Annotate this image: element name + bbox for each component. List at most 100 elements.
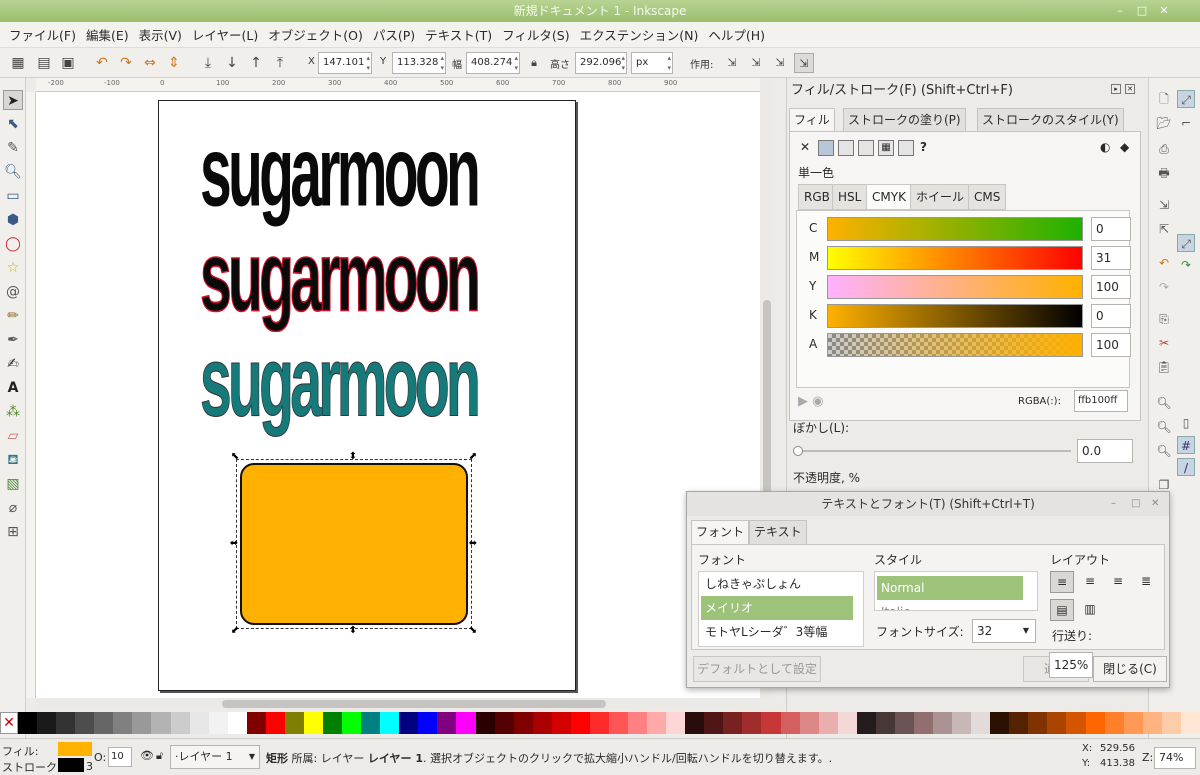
channel-a-value[interactable]: 100: [1091, 333, 1131, 357]
palette-swatch[interactable]: [990, 712, 1010, 734]
layer-select[interactable]: ·レイヤー 1 ▼: [170, 745, 260, 769]
menu-file[interactable]: ファイル(F): [4, 25, 81, 44]
palette-swatch[interactable]: [437, 712, 457, 734]
palette-swatch[interactable]: [1085, 712, 1105, 734]
copy-icon[interactable]: ⎘: [1155, 310, 1173, 328]
palette-swatch[interactable]: [513, 712, 533, 734]
opacity-input[interactable]: 10: [108, 747, 132, 767]
palette-swatch[interactable]: [723, 712, 743, 734]
tab-stroke-paint[interactable]: ストロークの塗り(P): [843, 108, 966, 132]
fill-swatch[interactable]: [58, 742, 92, 756]
palette-swatch[interactable]: [170, 712, 190, 734]
set-default-button[interactable]: デフォルトとして設定: [693, 656, 821, 682]
selector-tool-icon[interactable]: ➤: [3, 90, 23, 110]
save-icon[interactable]: ⎙: [1155, 140, 1173, 158]
flip-vertical-icon[interactable]: ⇕: [164, 53, 184, 73]
snap-guide-icon[interactable]: /: [1177, 458, 1195, 476]
palette-swatch[interactable]: [799, 712, 819, 734]
channel-c-slider[interactable]: [827, 217, 1083, 241]
y-input[interactable]: 113.328: [392, 52, 446, 74]
tab-stroke-style[interactable]: ストロークのスタイル(Y): [977, 108, 1124, 132]
swatch-icon[interactable]: [898, 140, 914, 156]
raise-top-icon[interactable]: ⤒: [270, 53, 290, 73]
menu-extensions[interactable]: エクステンション(N): [575, 25, 704, 44]
undo-icon[interactable]: ↶: [1155, 254, 1173, 272]
lower-icon[interactable]: ↓: [222, 53, 242, 73]
palette-swatch[interactable]: [856, 712, 876, 734]
3dbox-tool-icon[interactable]: ⬢: [3, 210, 23, 230]
align-right-icon[interactable]: ≡: [1106, 571, 1130, 593]
dialog-maximize-icon[interactable]: □: [1131, 498, 1140, 509]
palette-swatch[interactable]: [1123, 712, 1143, 734]
dock-iconify-icon[interactable]: ▸: [1111, 84, 1121, 94]
lock-layer-icon[interactable]: 🔓︎: [156, 749, 163, 763]
pattern-icon[interactable]: ▦: [878, 140, 894, 156]
palette-swatch[interactable]: [780, 712, 800, 734]
palette-swatch[interactable]: [303, 712, 323, 734]
palette-swatch[interactable]: [18, 712, 38, 734]
color-tab-cmyk[interactable]: CMYK: [866, 184, 912, 210]
tab-font[interactable]: フォント: [691, 520, 750, 544]
text-tool-icon[interactable]: A: [3, 378, 23, 398]
palette-swatch[interactable]: [380, 712, 400, 734]
move-patterns-icon[interactable]: ⇲: [794, 53, 814, 73]
close-button[interactable]: 閉じる(C): [1093, 656, 1167, 682]
height-input[interactable]: 292.096: [575, 52, 627, 74]
close-icon[interactable]: ✕: [1156, 3, 1172, 19]
palette-swatch[interactable]: [75, 712, 95, 734]
palette-swatch[interactable]: [818, 712, 838, 734]
tab-text[interactable]: テキスト: [749, 520, 807, 544]
scale-stroke-icon[interactable]: ⇲: [722, 53, 742, 73]
sugarmoon-text-3[interactable]: sugarmoon: [200, 329, 481, 434]
scale-handle-se[interactable]: ⬊: [468, 626, 478, 636]
paste-icon[interactable]: 📋︎: [1155, 358, 1173, 376]
style-item-italic[interactable]: Italic: [877, 600, 1023, 610]
font-size-combo[interactable]: 32 ▼: [972, 619, 1036, 643]
color-tab-wheel[interactable]: ホイール: [910, 184, 971, 210]
star-tool-icon[interactable]: ☆: [3, 258, 23, 278]
rotate-ccw-icon[interactable]: ↶: [92, 53, 112, 73]
calligraphy-tool-icon[interactable]: ✍: [3, 354, 23, 374]
no-color-swatch-icon[interactable]: ✕: [0, 712, 18, 734]
rgba-input[interactable]: ffb100ff: [1074, 390, 1128, 412]
palette-swatch[interactable]: [265, 712, 285, 734]
blur-input[interactable]: 0.0: [1077, 439, 1133, 463]
scale-handle-w[interactable]: ⬌: [229, 539, 239, 549]
channel-y-slider[interactable]: [827, 275, 1083, 299]
unset-paint-icon[interactable]: ?: [920, 140, 927, 154]
channel-y-value[interactable]: 100: [1091, 275, 1131, 299]
channel-k-value[interactable]: 0: [1091, 304, 1131, 328]
select-all-icon[interactable]: ▦: [8, 53, 28, 73]
dialog-minimize-icon[interactable]: –: [1111, 498, 1116, 509]
selected-rectangle[interactable]: [240, 463, 468, 625]
pencil-tool-icon[interactable]: ✏: [3, 306, 23, 326]
horizontal-scrollbar[interactable]: [36, 698, 760, 710]
channel-c-value[interactable]: 0: [1091, 217, 1131, 241]
palette-swatch[interactable]: [361, 712, 381, 734]
new-doc-icon[interactable]: 🗋︎: [1155, 90, 1173, 108]
palette-swatch[interactable]: [475, 712, 495, 734]
scale-handle-e[interactable]: ⬌: [468, 539, 478, 549]
print-icon[interactable]: 🖶︎: [1155, 164, 1173, 182]
raise-icon[interactable]: ↑: [246, 53, 266, 73]
palette-swatch[interactable]: [952, 712, 972, 734]
dialog-close-icon[interactable]: ✕: [1151, 498, 1159, 509]
horizontal-text-icon[interactable]: ▤: [1050, 599, 1074, 621]
line-spacing-input[interactable]: 125%: [1049, 652, 1093, 678]
menu-help[interactable]: ヘルプ(H): [703, 25, 770, 44]
zoom-selection-icon[interactable]: 🔍︎: [1155, 394, 1173, 412]
maximize-icon[interactable]: □: [1134, 3, 1150, 19]
palette-swatch[interactable]: [894, 712, 914, 734]
menu-text[interactable]: テキスト(T): [420, 25, 497, 44]
palette-swatch[interactable]: [933, 712, 953, 734]
minimize-icon[interactable]: –: [1112, 3, 1128, 19]
palette-swatch[interactable]: [608, 712, 628, 734]
snap-path-icon[interactable]: ↷: [1177, 256, 1195, 274]
deselect-icon[interactable]: ▣: [58, 53, 78, 73]
scale-handle-sw[interactable]: ⬋: [230, 626, 240, 636]
palette-swatch[interactable]: [399, 712, 419, 734]
pen-tool-icon[interactable]: ✒: [3, 330, 23, 350]
gradient-tool-icon[interactable]: ▧: [3, 474, 23, 494]
menu-view[interactable]: 表示(V): [134, 25, 187, 44]
palette-swatch[interactable]: [418, 712, 438, 734]
